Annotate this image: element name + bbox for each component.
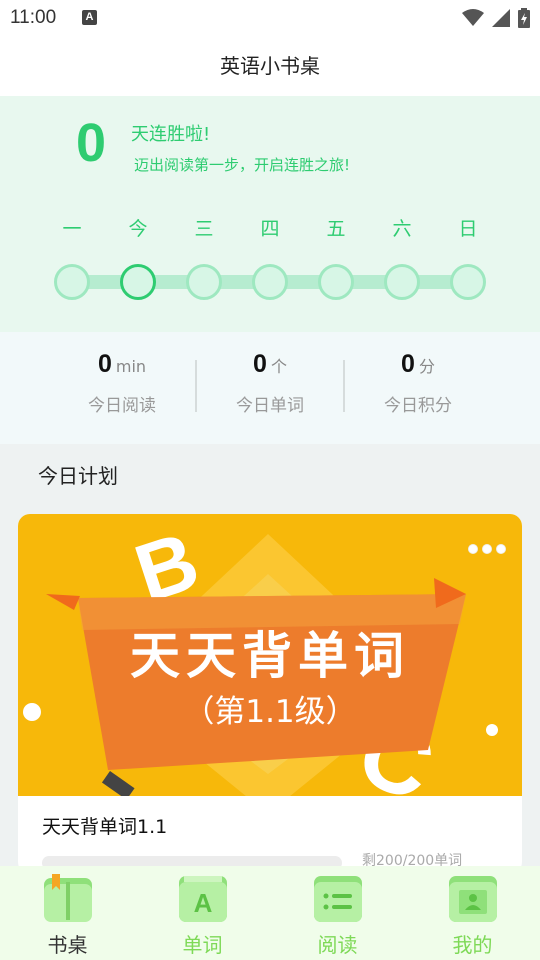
list-icon — [314, 876, 362, 922]
day-dot — [186, 264, 222, 300]
plan-card[interactable]: B C 天天背单词 （第1.1级） 天天背单词1.1 剩200/200单词 — [18, 514, 522, 874]
stat-unit: 分 — [418, 357, 435, 376]
plan-banner[interactable]: B C 天天背单词 （第1.1级） — [18, 514, 522, 796]
stat-unit: 个 — [270, 357, 287, 376]
daily-stats: 0 min 今日阅读 0个 今日单词 0分 今日积分 — [0, 332, 540, 444]
stat-points: 0分 今日积分 — [344, 350, 492, 416]
status-icons — [462, 8, 530, 28]
day-dot — [120, 264, 156, 300]
tab-label: 我的 — [452, 933, 493, 957]
stat-value: 0 — [401, 350, 415, 378]
weekday-label: 五 — [326, 218, 346, 240]
weekday-label: 一 — [62, 218, 82, 240]
weekday-label: 四 — [260, 218, 280, 240]
day-dot — [252, 264, 288, 300]
tab-label: 阅读 — [317, 933, 358, 957]
stat-label: 今日积分 — [384, 396, 452, 416]
letter-a-icon: A — [179, 876, 227, 922]
stat-words: 0个 今日单词 — [196, 350, 344, 416]
plan-card-title: 天天背单词1.1 — [42, 816, 168, 838]
profile-card-icon — [449, 876, 497, 922]
weekday-labels: 一 今 三 四 五 六 日 — [39, 214, 501, 241]
tab-reading[interactable]: 阅读 — [270, 866, 405, 960]
tab-label: 单词 — [182, 933, 223, 957]
wifi-icon — [462, 9, 484, 26]
tab-label: 书桌 — [47, 933, 88, 957]
stat-reading: 0 min 今日阅读 — [48, 350, 196, 416]
stat-unit: min — [115, 357, 147, 376]
banner-subtitle: （第1.1级） — [183, 694, 357, 730]
day-dot — [54, 264, 90, 300]
streak-count: 0 — [76, 113, 107, 173]
bottom-tab-bar: 书桌 A 单词 阅读 我的 — [0, 866, 540, 960]
streak-title: 天连胜啦! — [131, 124, 211, 145]
stat-value: 0 — [97, 350, 112, 378]
signal-icon — [492, 9, 510, 27]
status-bar: 11:00 A — [0, 0, 540, 36]
weekday-label: 日 — [458, 218, 478, 240]
tab-profile[interactable]: 我的 — [405, 866, 540, 960]
day-dot — [384, 264, 420, 300]
more-icon[interactable] — [468, 544, 506, 554]
svg-text:A: A — [194, 888, 213, 918]
streak-subtitle: 迈出阅读第一步，开启连胜之旅! — [134, 156, 351, 174]
stat-label: 今日单词 — [236, 396, 304, 416]
banner-title: 天天背单词 — [130, 627, 410, 685]
stat-label: 今日阅读 — [88, 396, 156, 416]
status-time: 11:00 — [10, 7, 57, 28]
page-title: 英语小书桌 — [0, 36, 540, 96]
book-icon — [44, 874, 92, 922]
day-dot — [318, 264, 354, 300]
day-dot — [450, 264, 486, 300]
streak-days — [39, 264, 501, 300]
streak-panel: 0 天连胜啦! 迈出阅读第一步，开启连胜之旅! 一 今 三 四 五 六 日 — [0, 96, 540, 332]
tab-words[interactable]: A 单词 — [135, 866, 270, 960]
tab-desk[interactable]: 书桌 — [0, 866, 135, 960]
notification-icon: A — [82, 10, 97, 25]
battery-icon — [518, 8, 530, 28]
section-title: 今日计划 — [38, 464, 118, 488]
weekday-label: 三 — [194, 218, 214, 240]
weekday-label: 今 — [128, 218, 148, 240]
weekday-label: 六 — [392, 218, 412, 240]
stat-value: 0 — [253, 350, 267, 378]
